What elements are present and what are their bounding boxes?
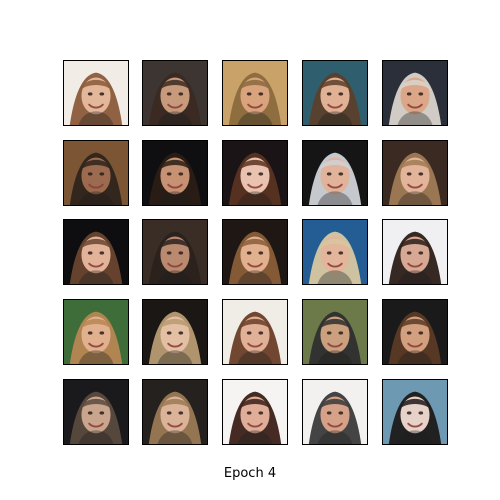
generated-face-image xyxy=(142,299,208,365)
generated-face-image xyxy=(63,299,129,365)
generated-face-image xyxy=(382,140,448,206)
generated-face-image xyxy=(63,140,129,206)
generated-face-image xyxy=(222,60,288,126)
figure-caption: Epoch 4 xyxy=(223,466,277,481)
generated-face-image xyxy=(382,299,448,365)
generated-face-image xyxy=(222,379,288,445)
generated-face-image xyxy=(382,60,448,126)
generated-face-image xyxy=(142,60,208,126)
generated-face-image xyxy=(382,379,448,445)
generated-face-image xyxy=(302,60,368,126)
generated-face-image xyxy=(63,219,129,285)
generated-face-image xyxy=(302,299,368,365)
generated-face-image xyxy=(302,140,368,206)
generated-face-image xyxy=(302,379,368,445)
generated-face-image xyxy=(63,60,129,126)
generated-face-image xyxy=(142,140,208,206)
generated-face-image xyxy=(63,379,129,445)
generated-face-image xyxy=(302,219,368,285)
generated-face-image xyxy=(142,219,208,285)
generated-face-image xyxy=(382,219,448,285)
generated-face-image xyxy=(222,299,288,365)
generated-face-image xyxy=(222,140,288,206)
generated-face-image xyxy=(142,379,208,445)
generated-faces-grid xyxy=(0,0,500,460)
generated-face-image xyxy=(222,219,288,285)
